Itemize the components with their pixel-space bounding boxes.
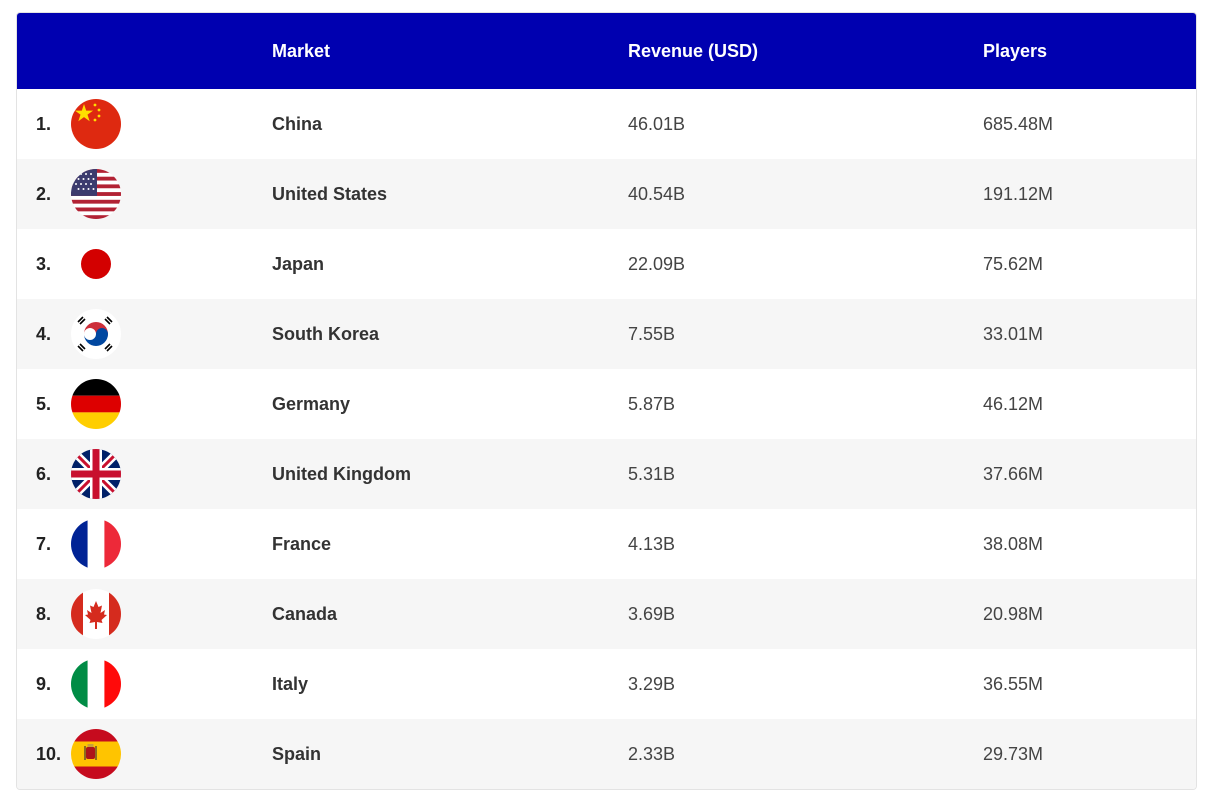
market-name: United States	[272, 183, 388, 204]
table-row: 6. United Kingdom 5.31B 37.66M	[17, 439, 1196, 509]
table-row: 1. China 46.01B 685.48M	[17, 89, 1196, 159]
markets-table: Market Revenue (USD) Players 1. China 46…	[16, 12, 1197, 790]
table-row: 7. France 4.13B 38.08M	[17, 509, 1196, 579]
revenue-value: 2.33B	[628, 743, 676, 764]
revenue-value: 40.54B	[628, 183, 686, 204]
market-name: Spain	[272, 743, 322, 764]
rank-number: 7.	[36, 533, 52, 554]
uk-flag-icon	[71, 449, 121, 499]
table-row: 3. Japan 22.09B 75.62M	[17, 229, 1196, 299]
table-row: 9. Italy 3.29B 36.55M	[17, 649, 1196, 719]
germany-flag-icon	[71, 379, 121, 429]
header-market: Market	[272, 40, 331, 61]
revenue-value: 3.29B	[628, 673, 676, 694]
market-name: Canada	[272, 603, 338, 624]
players-value: 75.62M	[983, 253, 1044, 274]
rank-number: 9.	[36, 673, 52, 694]
table-row: 8. Canada 3.69B 20.98M	[17, 579, 1196, 649]
header-players: Players	[983, 40, 1048, 61]
rank-number: 10.	[36, 743, 62, 764]
market-name: United Kingdom	[272, 463, 411, 484]
market-name: Japan	[272, 253, 325, 274]
market-name: Germany	[272, 393, 351, 414]
revenue-value: 46.01B	[628, 113, 686, 134]
rank-number: 4.	[36, 323, 52, 344]
table-header: Market Revenue (USD) Players	[17, 13, 1196, 89]
table-row: 2. United States 40.54B 191.12M	[17, 159, 1196, 229]
table-row: 5. Germany 5.87B 46.12M	[17, 369, 1196, 439]
revenue-value: 22.09B	[628, 253, 686, 274]
spain-flag-icon	[71, 729, 121, 779]
header-revenue: Revenue (USD)	[628, 40, 759, 61]
rank-number: 1.	[36, 113, 52, 134]
table-row: 10. Spain 2.33B 29.73M	[17, 719, 1196, 789]
players-value: 46.12M	[983, 393, 1044, 414]
rank-number: 3.	[36, 253, 52, 274]
canada-flag-icon	[71, 589, 121, 639]
players-value: 37.66M	[983, 463, 1044, 484]
revenue-value: 5.87B	[628, 393, 676, 414]
revenue-value: 4.13B	[628, 533, 676, 554]
revenue-value: 7.55B	[628, 323, 676, 344]
france-flag-icon	[71, 519, 121, 569]
revenue-value: 5.31B	[628, 463, 676, 484]
japan-flag-icon	[71, 239, 121, 289]
players-value: 38.08M	[983, 533, 1044, 554]
players-value: 685.48M	[983, 113, 1054, 134]
rank-number: 8.	[36, 603, 52, 624]
revenue-value: 3.69B	[628, 603, 676, 624]
players-value: 191.12M	[983, 183, 1054, 204]
players-value: 33.01M	[983, 323, 1044, 344]
rank-number: 5.	[36, 393, 52, 414]
usa-flag-icon	[71, 169, 121, 219]
market-name: France	[272, 533, 332, 554]
china-flag-icon	[71, 99, 121, 149]
rank-number: 6.	[36, 463, 52, 484]
players-value: 29.73M	[983, 743, 1044, 764]
table-row: 4. South Korea 7.55B 33.01M	[17, 299, 1196, 369]
market-name: China	[272, 113, 323, 134]
italy-flag-icon	[71, 659, 121, 709]
market-name: South Korea	[272, 323, 380, 344]
players-value: 20.98M	[983, 603, 1044, 624]
south-korea-flag-icon	[71, 309, 121, 359]
players-value: 36.55M	[983, 673, 1044, 694]
rank-number: 2.	[36, 183, 52, 204]
market-name: Italy	[272, 673, 309, 694]
